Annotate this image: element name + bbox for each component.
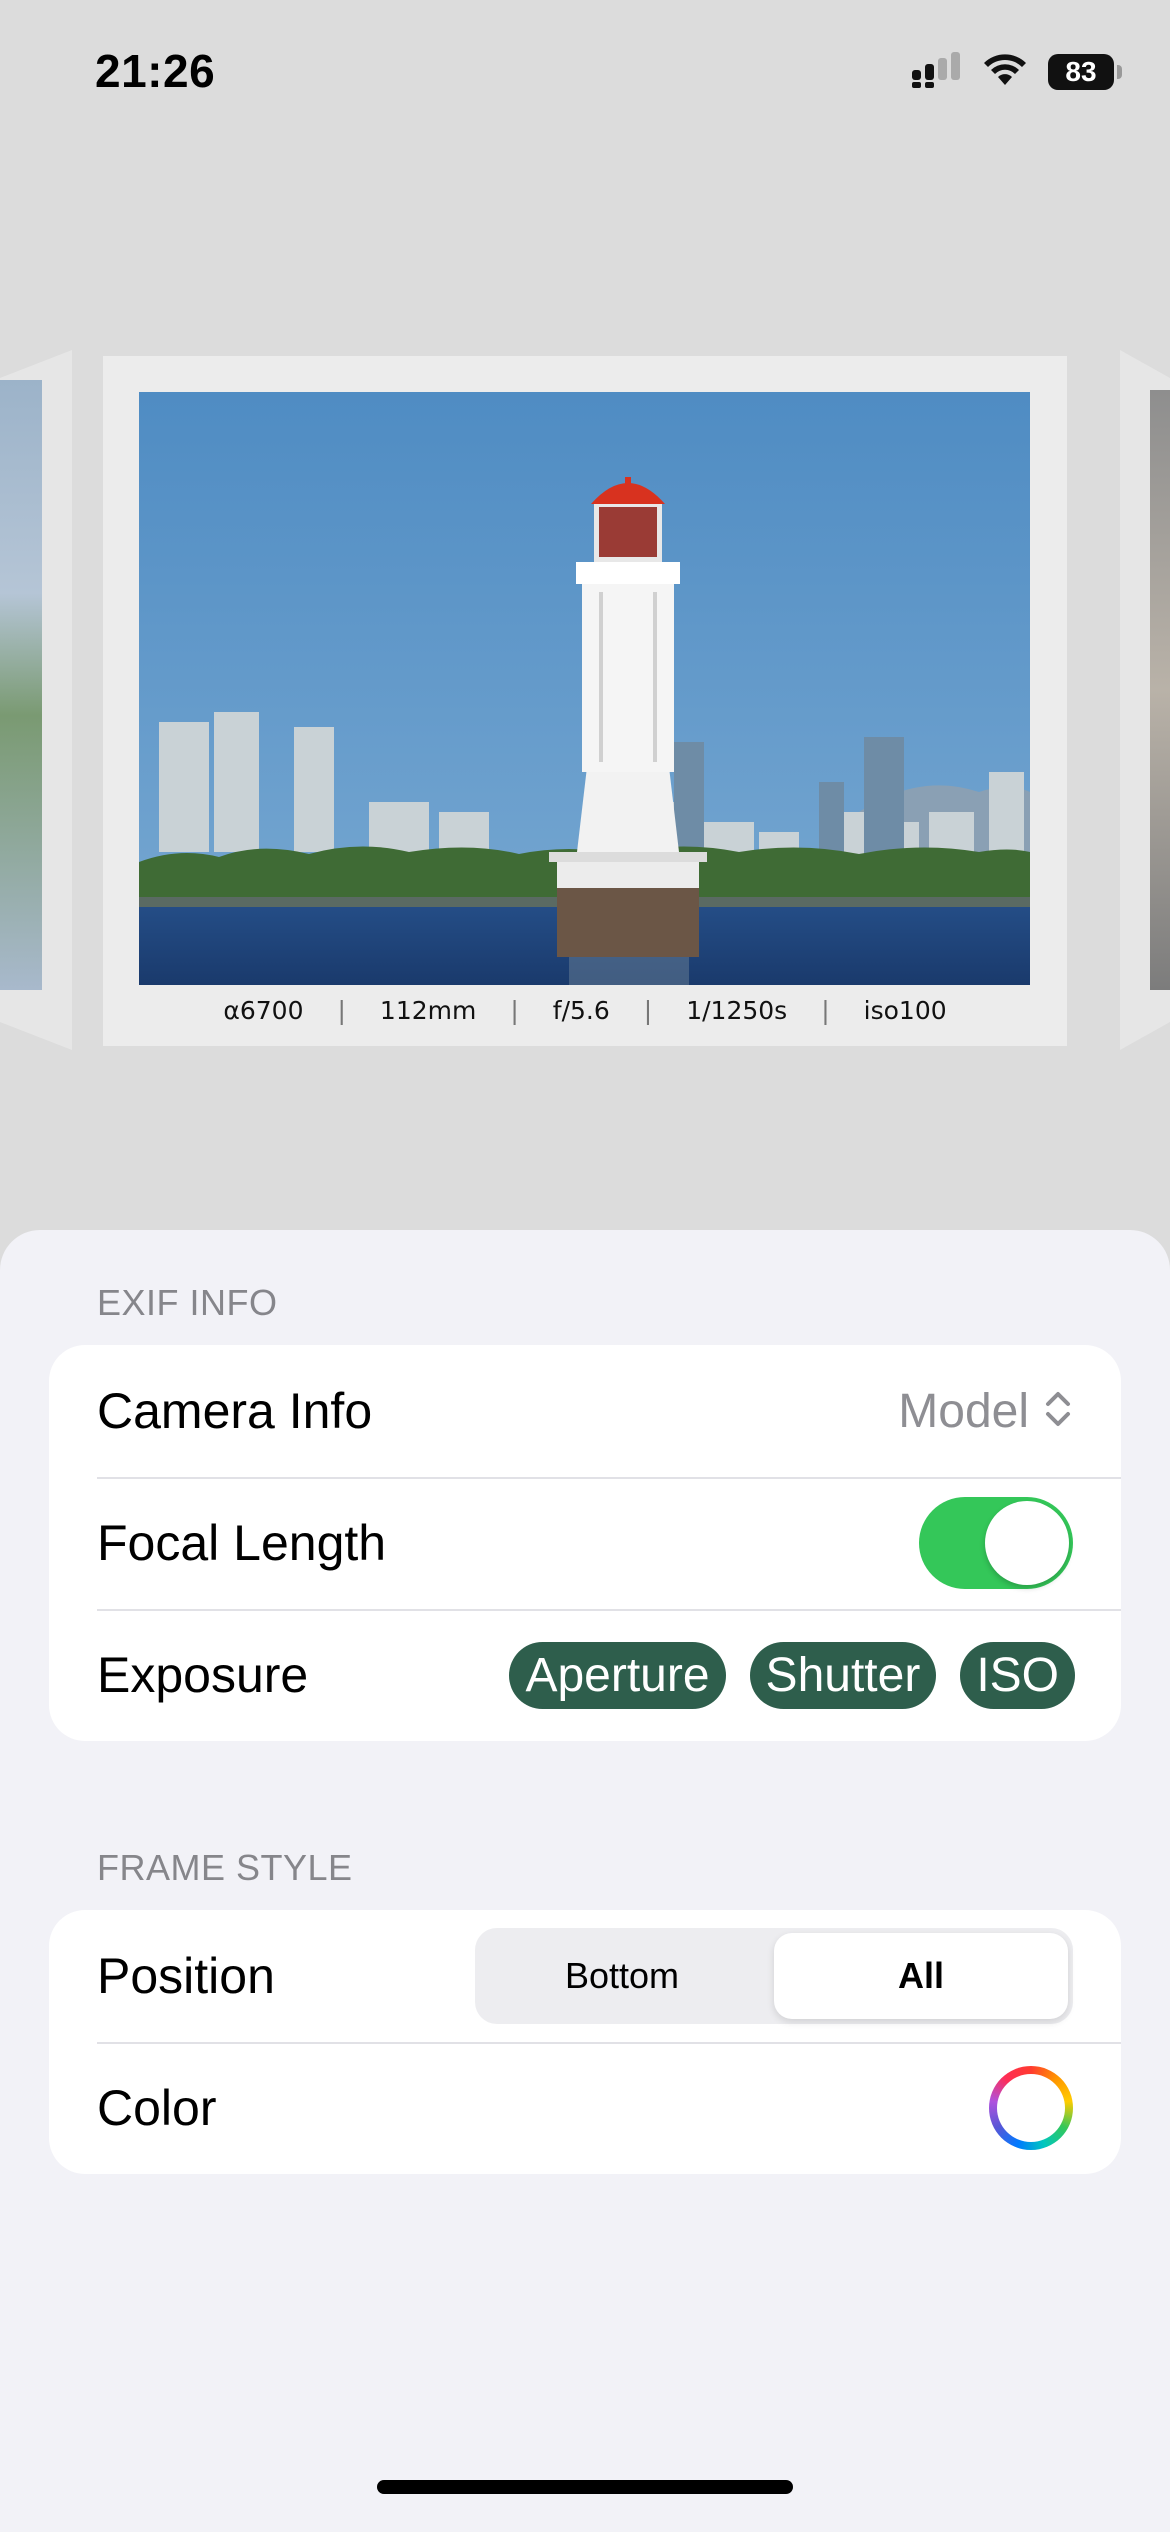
battery-icon: 83 <box>1048 53 1122 90</box>
exposure-row: Exposure Aperture Shutter ISO <box>49 1609 1121 1741</box>
color-picker-well[interactable] <box>989 2066 1073 2150</box>
position-option-bottom[interactable]: Bottom <box>475 1928 769 2024</box>
focal-length-toggle[interactable] <box>919 1497 1073 1589</box>
exif-separator: | <box>643 996 653 1025</box>
framed-photo-preview[interactable]: α6700 | 112mm | f/5.6 | 1/1250s | iso100 <box>103 356 1067 1046</box>
exif-section-header: EXIF INFO <box>97 1282 278 1323</box>
wifi-icon <box>982 51 1028 92</box>
exposure-label: Exposure <box>97 1647 309 1703</box>
position-label: Position <box>97 1948 275 2004</box>
exif-settings-group: Camera Info Model Focal Length Exposure … <box>49 1345 1121 1741</box>
home-indicator[interactable] <box>377 2480 793 2494</box>
camera-info-picker-value[interactable]: Model <box>898 1384 1029 1439</box>
position-option-all[interactable]: All <box>774 1933 1068 2019</box>
exif-separator: | <box>337 996 346 1025</box>
position-row: Position Bottom All <box>49 1910 1121 2042</box>
frame-style-settings-group: Position Bottom All Color <box>49 1910 1121 2174</box>
next-photo-card[interactable] <box>1120 350 1170 1050</box>
exif-separator: | <box>510 996 519 1025</box>
focal-length-row: Focal Length <box>49 1477 1121 1609</box>
battery-level: 83 <box>1065 55 1097 87</box>
color-row: Color <box>49 2042 1121 2174</box>
shutter-chip[interactable]: Shutter <box>749 1641 937 1709</box>
chevron-up-down-icon[interactable] <box>1043 1387 1073 1436</box>
previous-photo-card[interactable] <box>0 350 72 1050</box>
exif-separator: | <box>821 996 830 1025</box>
cellular-signal-icon <box>912 50 962 93</box>
exif-shutter: 1/1250s <box>686 996 788 1025</box>
exif-iso: iso100 <box>863 996 947 1025</box>
camera-info-label: Camera Info <box>97 1383 373 1439</box>
exif-camera-model: α6700 <box>223 996 304 1025</box>
color-label: Color <box>97 2080 217 2136</box>
status-icons: 83 <box>912 50 1122 93</box>
iso-chip[interactable]: ISO <box>960 1641 1075 1709</box>
exif-focal-length: 112mm <box>379 996 477 1025</box>
focal-length-label: Focal Length <box>97 1515 387 1571</box>
frame-style-section-header: FRAME STYLE <box>97 1847 353 1888</box>
camera-info-row[interactable]: Camera Info Model <box>49 1345 1121 1477</box>
aperture-chip[interactable]: Aperture <box>509 1641 726 1709</box>
settings-sheet: EXIF INFO Camera Info Model Focal Length… <box>0 1230 1170 2532</box>
exif-caption: α6700 | 112mm | f/5.6 | 1/1250s | iso100 <box>103 996 1067 1025</box>
position-segmented-control: Bottom All <box>475 1928 1073 2024</box>
toggle-knob <box>985 1501 1069 1585</box>
status-time: 21:26 <box>95 45 216 97</box>
exif-aperture: f/5.6 <box>552 996 610 1025</box>
lighthouse-photo <box>139 392 1030 985</box>
